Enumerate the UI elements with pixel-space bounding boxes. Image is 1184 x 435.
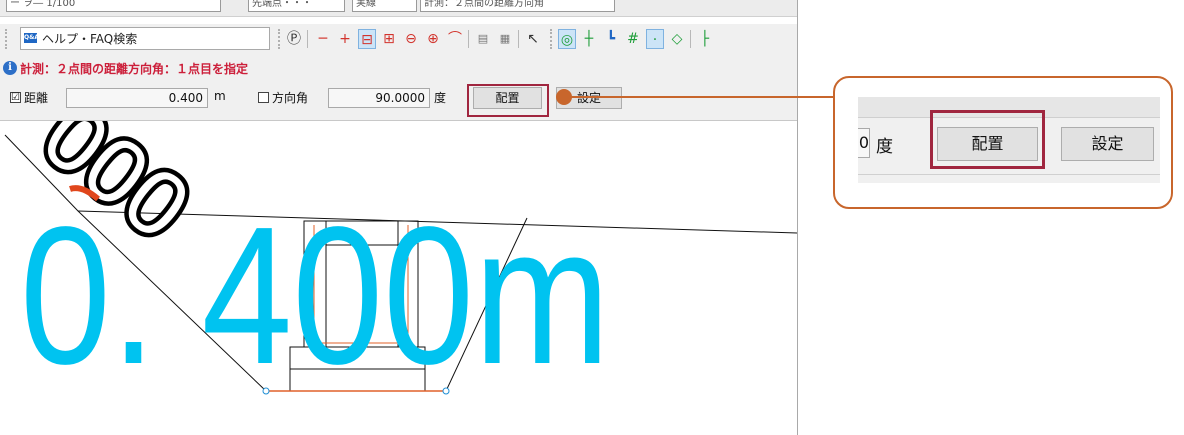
distance-input[interactable]: 0.400 bbox=[66, 88, 208, 108]
snap-intersection-icon[interactable]: ┼ bbox=[580, 29, 598, 49]
command-field[interactable]: 計測：２点間の距離方向角 bbox=[420, 0, 615, 12]
snap-mid-icon[interactable]: · bbox=[646, 29, 664, 49]
area-tool-icon[interactable]: ▦ bbox=[496, 29, 514, 49]
toolbar-separator bbox=[468, 30, 469, 48]
zoom-angle-unit: 度 bbox=[876, 137, 893, 157]
status-message: 計測：２点間の距離方向角：１点目を指定 bbox=[20, 62, 249, 76]
qa-icon: Q&A bbox=[24, 33, 39, 43]
snap-perp-icon[interactable]: ├ bbox=[696, 29, 714, 49]
snap-grid-icon[interactable]: # bbox=[624, 29, 642, 49]
place-button-highlight bbox=[467, 84, 549, 117]
toolbar-grip[interactable] bbox=[278, 29, 282, 49]
line-tool-icon[interactable]: ─ bbox=[314, 29, 332, 49]
scale-field[interactable]: ー ヲ― 1/100 bbox=[6, 0, 221, 12]
cross-line-icon[interactable]: + bbox=[336, 29, 354, 49]
help-search-box[interactable]: Q&A ヘルプ・FAQ検索 bbox=[20, 27, 270, 50]
distance-preview-text: 0. 400m bbox=[20, 186, 610, 405]
distance-unit: m bbox=[214, 89, 226, 103]
grid-tool-icon[interactable]: ▤ bbox=[474, 29, 492, 49]
toolbar-separator bbox=[307, 30, 308, 48]
top-toolbar: ー ヲ― 1/100 先端点・・・ 実線 計測：２点間の距離方向角 bbox=[0, 0, 797, 17]
arc-tool-icon[interactable]: ⌒ bbox=[446, 29, 464, 49]
print-icon[interactable]: Ⓟ bbox=[285, 29, 303, 49]
zoom-panel: 0 度 配置 設定 bbox=[858, 97, 1160, 183]
offset-tool-icon[interactable]: ⊞ bbox=[380, 29, 398, 49]
drawing-svg: 000 0. 400m bbox=[4, 80, 797, 405]
status-bar: i 計測：２点間の距離方向角：１点目を指定 bbox=[0, 58, 797, 78]
tools-toolbar: Q&A ヘルプ・FAQ検索 Ⓟ ─ + ⊟ ⊞ ⊖ ⊕ ⌒ ▤ ▦ ↖ ◎ ┼ … bbox=[0, 24, 797, 58]
cad-window: ー ヲ― 1/100 先端点・・・ 実線 計測：２点間の距離方向角 Q&A ヘル… bbox=[0, 0, 798, 435]
zoom-settings-button: 設定 bbox=[1061, 127, 1154, 161]
settings-button[interactable]: 設定 bbox=[556, 87, 622, 109]
point-mode-field[interactable]: 先端点・・・ bbox=[248, 0, 345, 12]
angle-label: 方向角 bbox=[272, 91, 309, 105]
measure-options-bar: ☑ 距離 0.400 m 方向角 90.0000 度 配置 設定 bbox=[0, 78, 797, 121]
line-type-field[interactable]: 実線 bbox=[352, 0, 417, 12]
zoom-angle-input: 0 bbox=[858, 128, 870, 158]
zoom-divider bbox=[858, 174, 1160, 175]
toolbar-separator bbox=[690, 30, 691, 48]
angle-tool-2-icon[interactable]: ⊕ bbox=[424, 29, 442, 49]
toolbar-grip[interactable] bbox=[5, 29, 9, 49]
angle-unit: 度 bbox=[434, 91, 447, 105]
info-icon: i bbox=[3, 61, 17, 75]
distance-tool-icon[interactable]: ⊟ bbox=[358, 29, 376, 49]
toolbar-grip[interactable] bbox=[550, 29, 554, 49]
distance-checkbox[interactable]: ☑ bbox=[10, 92, 21, 103]
angle-input[interactable]: 90.0000 bbox=[328, 88, 430, 108]
angle-tool-icon[interactable]: ⊖ bbox=[402, 29, 420, 49]
zoom-place-highlight bbox=[930, 110, 1045, 169]
snap-point-icon[interactable]: ◎ bbox=[558, 29, 576, 49]
cursor-icon[interactable]: ↖ bbox=[524, 29, 542, 49]
help-search-label: ヘルプ・FAQ検索 bbox=[42, 32, 138, 46]
angle-checkbox[interactable] bbox=[258, 92, 269, 103]
drawing-canvas[interactable]: 000 0. 400m bbox=[0, 80, 797, 435]
distance-label: 距離 bbox=[24, 91, 49, 105]
snap-end-icon[interactable]: ┗ bbox=[602, 29, 620, 49]
snap-circle-icon[interactable]: ◇ bbox=[668, 29, 686, 49]
toolbar-separator bbox=[518, 30, 519, 48]
